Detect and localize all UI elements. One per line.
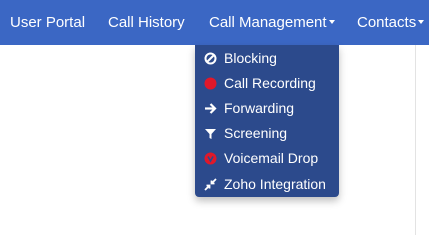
- menu-item-call-recording[interactable]: Call Recording: [195, 71, 339, 96]
- nav-contacts-label: Contacts: [357, 14, 417, 31]
- call-management-menu: Blocking Call Recording Forwarding Scree…: [195, 45, 339, 197]
- ban-icon: [204, 52, 217, 65]
- menu-item-zoho-integration[interactable]: Zoho Integration: [195, 172, 339, 197]
- compress-icon: [204, 178, 217, 191]
- top-navbar: User Portal Call History Call Management…: [0, 0, 429, 45]
- caret-down-icon: [328, 20, 335, 25]
- filter-icon: [205, 129, 216, 139]
- menu-item-label: Screening: [224, 125, 288, 141]
- content-divider: [415, 45, 416, 235]
- nav-user-portal-label: User Portal: [10, 14, 86, 31]
- menu-item-blocking[interactable]: Blocking: [195, 46, 339, 71]
- record-icon: [204, 77, 217, 90]
- nav-call-history-label: Call History: [108, 14, 185, 31]
- menu-item-screening[interactable]: Screening: [195, 121, 339, 146]
- menu-item-label: Zoho Integration: [224, 176, 326, 192]
- voicemail-icon: [204, 152, 217, 165]
- menu-item-voicemail-drop[interactable]: Voicemail Drop: [195, 146, 339, 171]
- menu-item-label: Blocking: [224, 50, 277, 66]
- arrow-right-icon: [205, 103, 217, 114]
- menu-item-forwarding[interactable]: Forwarding: [195, 96, 339, 121]
- nav-contacts-dropdown[interactable]: Contacts: [357, 0, 425, 45]
- menu-item-label: Forwarding: [224, 100, 295, 116]
- nav-user-portal[interactable]: User Portal: [10, 0, 85, 45]
- nav-call-management-label: Call Management: [209, 14, 327, 31]
- menu-item-label: Voicemail Drop: [224, 150, 319, 166]
- caret-down-icon: [418, 20, 425, 25]
- nav-call-history[interactable]: Call History: [108, 0, 185, 45]
- menu-item-label: Call Recording: [224, 75, 316, 91]
- nav-call-management-dropdown[interactable]: Call Management: [209, 0, 335, 45]
